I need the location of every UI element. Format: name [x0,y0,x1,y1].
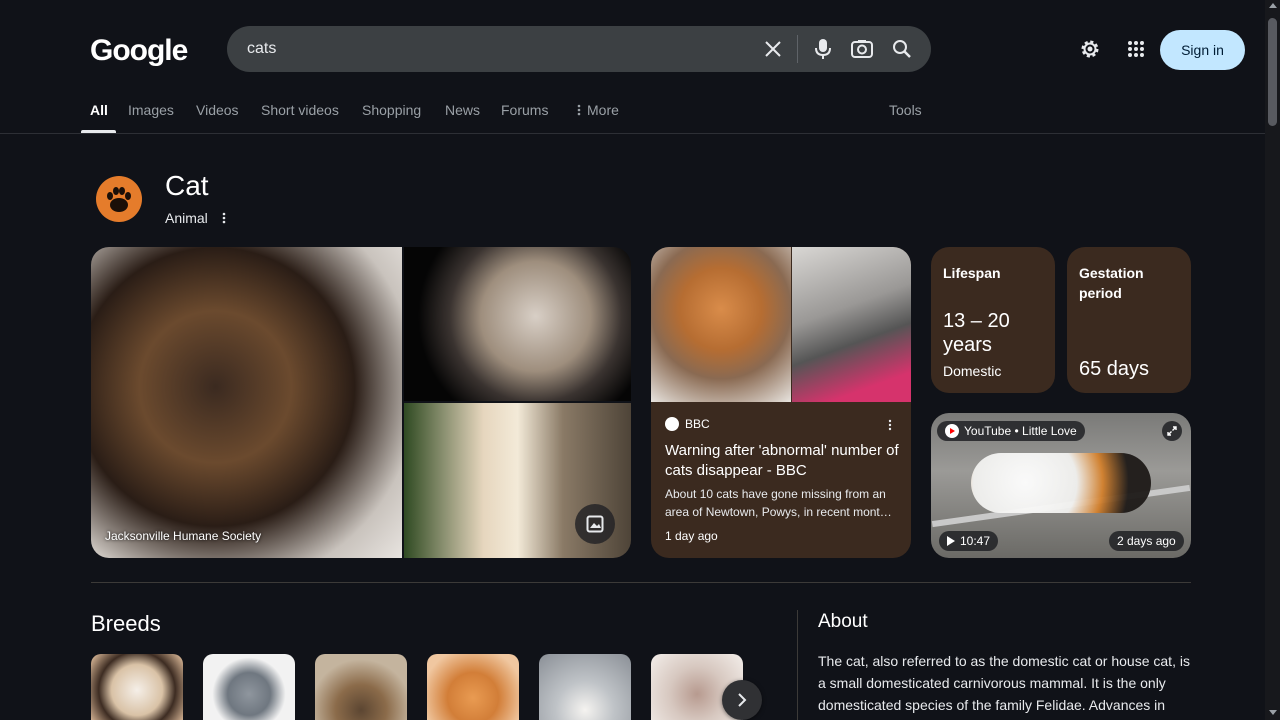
active-tab-indicator [81,130,116,133]
gestation-label: Gestation period [1079,265,1144,301]
lifespan-label: Lifespan [943,265,1001,281]
tab-more[interactable]: More [577,102,619,118]
entity-more-options-icon[interactable] [218,210,230,226]
video-age: 2 days ago [1117,534,1176,548]
image-collage[interactable]: Jacksonville Humane Society [91,247,631,558]
scroll-up-arrow-icon[interactable] [1269,3,1277,8]
breeds-title: Breeds [91,611,161,636]
mic-icon[interactable] [811,37,835,61]
apps-grid-icon[interactable] [1124,37,1148,61]
youtube-icon [945,424,959,438]
about-title: About [818,611,868,632]
lifespan-sub: Domestic [943,363,1002,379]
maine-coon-image [315,654,407,720]
news-more-options-icon[interactable] [885,417,895,433]
more-images-button[interactable] [575,504,615,544]
search-divider [797,35,798,63]
tools-button[interactable]: Tools [889,102,922,118]
about-text: The cat, also referred to as the domesti… [818,653,1190,713]
tab-videos[interactable]: Videos [196,102,239,118]
image-icon [586,515,604,533]
search-input[interactable] [247,40,747,58]
lifespan-value: 13 – 20 years [943,310,1010,356]
scroll-down-arrow-icon[interactable] [1269,710,1277,715]
tortoiseshell-cat-image[interactable] [91,247,402,558]
scrollbar-thumb[interactable] [1268,18,1277,126]
google-logo[interactable]: Google [90,34,188,68]
news-time: 1 day ago [665,529,718,543]
entity-title: Cat [165,170,209,201]
british-shorthair-image [203,654,295,720]
tab-news[interactable]: News [445,102,480,118]
video-duration-pill: 10:47 [939,531,999,551]
breed-card[interactable] [427,654,519,720]
siamese-breed-image [91,654,183,720]
breed-card[interactable] [539,654,631,720]
tab-forums[interactable]: Forums [501,102,548,118]
orange-cat-image [651,247,791,402]
tab-more-label: More [587,102,619,118]
news-source: BBC [665,417,710,431]
search-icon[interactable] [890,37,914,61]
breeds-next-button[interactable] [722,680,762,720]
news-title[interactable]: Warning after 'abnormal' number of cats … [665,441,901,481]
video-source-label: YouTube • Little Love [964,424,1077,438]
tab-images[interactable]: Images [128,102,174,118]
entity-subtitle: Animal [165,210,208,226]
breed-card[interactable] [315,654,407,720]
lifespan-card[interactable]: Lifespan 13 – 20 years Domestic [931,247,1055,393]
persian-cat-image [427,654,519,720]
tab-short-videos[interactable]: Short videos [261,102,339,118]
news-snippet: About 10 cats have gone missing from an … [665,487,892,519]
settings-gear-icon[interactable] [1078,37,1102,61]
lens-icon[interactable] [850,37,874,61]
image-caption: Jacksonville Humane Society [105,529,262,543]
search-tabs: All Images Videos Short videos Shopping … [0,90,1265,134]
video-age-pill: 2 days ago [1109,531,1184,551]
bbc-logo-icon [665,417,679,431]
tab-shopping[interactable]: Shopping [362,102,421,118]
section-divider [91,582,1191,583]
column-divider [797,610,798,720]
more-vert-icon [577,104,581,116]
breed-card[interactable] [91,654,183,720]
calico-cat-thumbnail [971,453,1151,513]
video-duration: 10:47 [960,534,991,548]
news-source-label: BBC [685,417,710,431]
play-icon [947,536,955,546]
gestation-value: 65 days [1079,358,1150,380]
sign-in-button[interactable]: Sign in [1160,30,1245,70]
expand-video-icon[interactable] [1162,421,1182,441]
news-card[interactable]: BBC Warning after 'abnormal' number of c… [651,247,911,558]
tab-all[interactable]: All [90,102,108,118]
chevron-right-icon [738,693,747,707]
grey-cat-image [792,247,911,402]
paw-icon [96,176,142,222]
tabby-white-cat-image[interactable] [404,247,631,401]
search-bar[interactable] [227,26,931,72]
video-card[interactable]: YouTube • Little Love 10:47 2 days ago [931,413,1191,558]
ragdoll-kittens-image [539,654,631,720]
breed-card[interactable] [203,654,295,720]
video-source-pill: YouTube • Little Love [937,421,1085,441]
page-scrollbar[interactable] [1265,0,1280,720]
gestation-card[interactable]: Gestation period 65 days [1067,247,1191,393]
clear-icon[interactable] [761,37,785,61]
